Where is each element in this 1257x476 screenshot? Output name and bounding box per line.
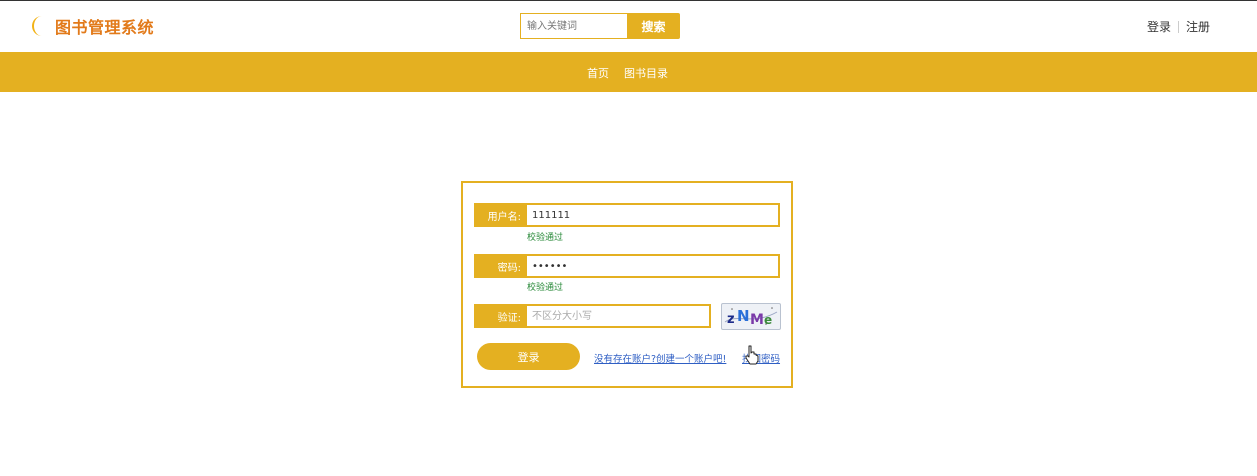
register-link[interactable]: 注册 bbox=[1186, 18, 1210, 35]
search-input[interactable] bbox=[520, 13, 627, 39]
svg-text:M: M bbox=[750, 312, 764, 328]
auth-divider bbox=[1177, 20, 1179, 33]
password-status: 校验通过 bbox=[527, 283, 564, 293]
header: 图书管理系统 搜索 登录 注册 bbox=[0, 1, 1257, 52]
nav-item-catalog[interactable]: 图书目录 bbox=[624, 65, 668, 81]
captcha-label: 验证: bbox=[474, 304, 527, 328]
search-bar: 搜索 bbox=[520, 13, 680, 39]
auth-links: 登录 注册 bbox=[1147, 18, 1210, 35]
password-label: 密码: bbox=[474, 254, 527, 278]
nav-item-home[interactable]: 首页 bbox=[587, 65, 609, 81]
logo[interactable]: 图书管理系统 bbox=[30, 15, 154, 37]
create-account-link[interactable]: 没有存在账户?创建一个账户吧! bbox=[594, 351, 726, 365]
captcha-input[interactable] bbox=[527, 304, 711, 328]
svg-text:e: e bbox=[764, 313, 772, 327]
username-status: 校验通过 bbox=[527, 233, 564, 243]
logo-text: 图书管理系统 bbox=[55, 18, 155, 37]
login-submit-button[interactable]: 登录 bbox=[477, 343, 580, 370]
username-label: 用户名: bbox=[474, 203, 527, 227]
moon-icon bbox=[32, 16, 42, 36]
hand-cursor-icon bbox=[745, 345, 759, 365]
svg-text:N: N bbox=[737, 307, 750, 325]
login-link[interactable]: 登录 bbox=[1147, 18, 1171, 35]
password-row: 密码: bbox=[474, 254, 780, 278]
username-row: 用户名: bbox=[474, 203, 780, 227]
nav-items: 首页 图书目录 bbox=[587, 65, 668, 81]
search-button[interactable]: 搜索 bbox=[627, 13, 680, 39]
login-panel: 用户名: 校验通过 密码: 校验通过 验证: z N M e 登录 没有存在账户… bbox=[461, 181, 793, 388]
password-input[interactable] bbox=[527, 254, 780, 278]
nav-bar: 首页 图书目录 bbox=[0, 52, 1257, 92]
svg-text:z: z bbox=[727, 312, 735, 327]
captcha-row: 验证: bbox=[474, 304, 711, 328]
captcha-image[interactable]: z N M e bbox=[721, 303, 781, 330]
username-input[interactable] bbox=[527, 203, 780, 227]
